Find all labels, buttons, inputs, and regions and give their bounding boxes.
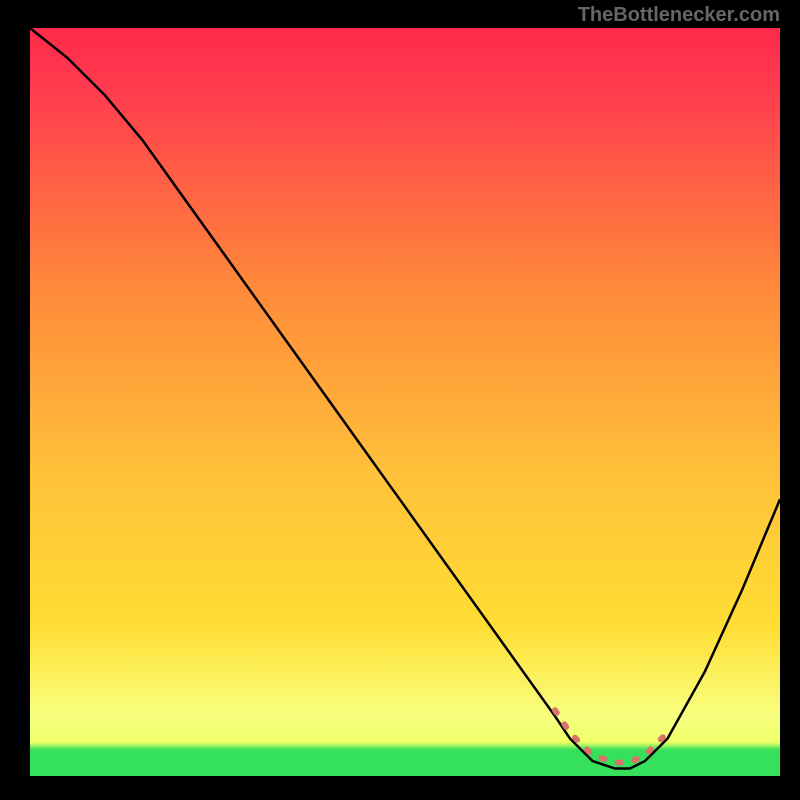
plot-area [30,28,780,776]
bottleneck-chart [30,28,780,776]
watermark-label: TheBottlenecker.com [578,4,780,27]
chart-container: TheBottlenecker.com [0,0,800,800]
